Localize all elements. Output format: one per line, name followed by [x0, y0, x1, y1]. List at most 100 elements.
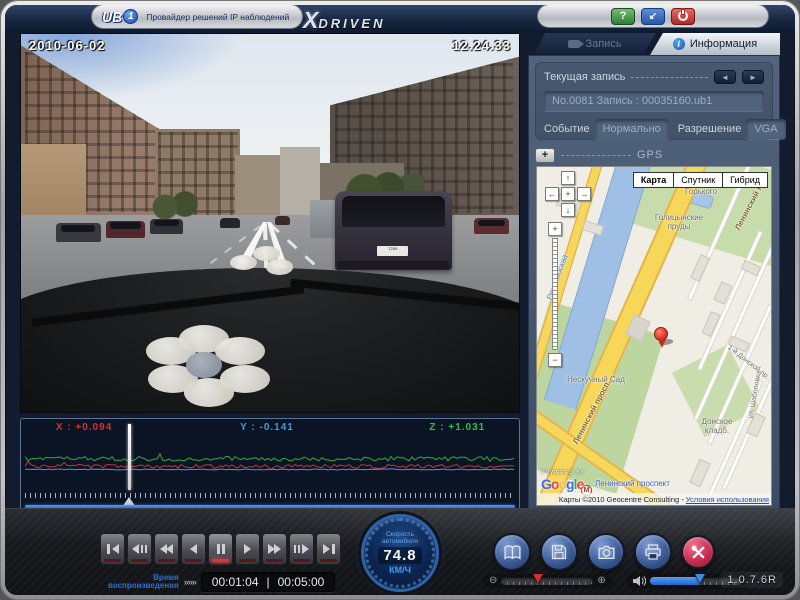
- gsensor-waveform: [25, 436, 515, 490]
- video-viewport: Т255 2010-06-02: [20, 33, 520, 413]
- google-logo: Google: [541, 476, 585, 492]
- map-type-hybrid[interactable]: Гибрид: [723, 172, 768, 188]
- snapshot-button[interactable]: [587, 533, 625, 571]
- rewind-button[interactable]: [154, 533, 179, 565]
- map-center-button[interactable]: +: [561, 187, 575, 201]
- map-label-ponds: Голицынские пруды: [643, 213, 715, 231]
- step-back-button[interactable]: [127, 533, 152, 565]
- record-name-field[interactable]: No.0081 Запись : 00035160.ub1: [544, 91, 764, 111]
- side-panel: Запись i Информация Текущая запись ◄ ► N…: [528, 33, 780, 513]
- speed-slider-thumb[interactable]: [533, 574, 543, 583]
- floppy-icon: [550, 543, 568, 561]
- gps-expand-button[interactable]: +: [535, 148, 555, 163]
- help-button[interactable]: ?: [611, 8, 635, 25]
- tool-buttons: [493, 533, 715, 571]
- faster-icon[interactable]: ⊕: [597, 576, 605, 586]
- license-plate: Т255: [377, 246, 409, 256]
- printer-icon: [644, 543, 662, 561]
- xdriven-x: X: [303, 7, 318, 34]
- book-icon: [503, 543, 522, 562]
- gsensor-x-value: X : +0.094: [56, 422, 112, 433]
- map-type-map[interactable]: Карта: [633, 172, 674, 188]
- map-zoom-out-button[interactable]: −: [548, 353, 562, 367]
- volume-fill: [650, 577, 701, 585]
- flower-decoration: [146, 325, 266, 408]
- map-copyright: Карты ©2010 Geocentre Consulting - Услов…: [537, 493, 771, 505]
- play-reverse-button[interactable]: [181, 533, 206, 565]
- information-panel: Текущая запись ◄ ► No.0081 Запись : 0003…: [528, 55, 780, 513]
- gps-label: GPS: [637, 149, 663, 161]
- event-label: Событие: [544, 123, 590, 135]
- skip-start-button[interactable]: [100, 533, 125, 565]
- print-button[interactable]: [634, 533, 672, 571]
- gsensor-readouts: X : +0.094 Y : -0.141 Z : +1.031: [21, 422, 519, 436]
- resolution-value-field: VGA: [746, 119, 785, 139]
- info-icon: i: [673, 38, 685, 50]
- speed-slider[interactable]: [501, 577, 593, 585]
- building-center-left: [235, 155, 280, 219]
- gps-map[interactable]: Горького Голицынские пруды Река Москва Н…: [536, 166, 772, 506]
- car-distance: [275, 216, 290, 224]
- close-power-button[interactable]: [671, 8, 695, 25]
- minivan-ahead: Т255: [335, 191, 452, 270]
- map-label-gorky: Горького: [685, 187, 717, 196]
- ub1-logo: UB: [102, 9, 122, 25]
- volume-slider-thumb[interactable]: [695, 574, 705, 583]
- map-pan-right-button[interactable]: →: [577, 187, 591, 201]
- fast-forward-button[interactable]: [262, 533, 287, 565]
- speed-gauge: Скорость автомобиля 74.8 КМ/Ч: [361, 514, 439, 592]
- bottom-sliders: ⊖ ⊕: [483, 573, 748, 589]
- parked-car: [106, 221, 146, 238]
- map-pan-left-button[interactable]: ←: [545, 187, 559, 201]
- map-type-switch: Карта Спутник Гибрид: [633, 172, 768, 188]
- video-time-overlay: 12.24.33: [452, 38, 511, 53]
- map-type-satellite[interactable]: Спутник: [674, 172, 723, 188]
- gsensor-y-value: Y : -0.141: [240, 422, 294, 433]
- brand-tagline: Провайдер решений IP наблюдений: [146, 12, 289, 22]
- timeline-ruler: [25, 493, 515, 498]
- playback-time-label: Время воспроизведения: [108, 574, 179, 590]
- speed-slider-group: ⊖ ⊕: [483, 574, 612, 588]
- pause-button[interactable]: [208, 533, 233, 565]
- map-pan-up-button[interactable]: ↑: [561, 171, 575, 185]
- terms-link[interactable]: Условия использования: [686, 495, 769, 504]
- save-button[interactable]: [540, 533, 578, 571]
- app-window: X DRIVEN UB 1 Провайдер решений IP наблю…: [0, 0, 800, 600]
- current-time: 00:01:04: [212, 575, 259, 589]
- parked-car: [56, 223, 101, 242]
- tab-information[interactable]: i Информация: [650, 33, 780, 55]
- current-record-label: Текущая запись: [544, 71, 625, 83]
- parked-car: [150, 219, 182, 233]
- skip-end-button[interactable]: [316, 533, 341, 565]
- map-zoom-in-button[interactable]: +: [548, 222, 562, 236]
- gps-section-header: + GPS: [535, 146, 773, 164]
- step-forward-button[interactable]: [289, 533, 314, 565]
- bookmark-button[interactable]: [493, 533, 531, 571]
- prev-record-button[interactable]: ◄: [714, 70, 736, 84]
- video-date-overlay: 2010-06-02: [29, 38, 106, 53]
- settings-button[interactable]: [681, 535, 715, 569]
- speed-unit: КМ/Ч: [389, 565, 411, 575]
- slower-icon[interactable]: ⊖: [489, 576, 497, 586]
- parked-car-right: [474, 218, 509, 234]
- playback-time-row: Время воспроизведения »»» 00:01:04 | 00:…: [108, 572, 335, 592]
- app-body: X DRIVEN UB 1 Провайдер решений IP наблю…: [5, 5, 795, 595]
- building-left-near: [21, 144, 86, 223]
- speed-gauge-label: Скорость автомобиля: [382, 531, 418, 545]
- map-label-donskoe: Донское кладб.: [689, 417, 745, 435]
- map-location-pin: [654, 327, 668, 341]
- minimize-button[interactable]: ↙: [641, 8, 665, 25]
- gsensor-z-value: Z : +1.031: [429, 422, 485, 433]
- map-zoom-slider[interactable]: [552, 238, 558, 350]
- playhead-cursor[interactable]: [128, 424, 131, 490]
- next-record-button[interactable]: ►: [742, 70, 764, 84]
- ub1-logo-one: 1: [123, 9, 138, 24]
- tab-record[interactable]: Запись: [534, 33, 656, 55]
- map-pan-down-button[interactable]: ↓: [561, 203, 575, 217]
- window-controls: ? ↙: [537, 5, 769, 28]
- event-value-field: Нормально: [595, 119, 669, 139]
- xdriven-logo: X DRIVEN: [303, 7, 385, 34]
- ub1-brand-badge: UB 1 Провайдер решений IP наблюдений: [91, 5, 303, 29]
- tools-icon: [690, 544, 707, 561]
- play-button[interactable]: [235, 533, 260, 565]
